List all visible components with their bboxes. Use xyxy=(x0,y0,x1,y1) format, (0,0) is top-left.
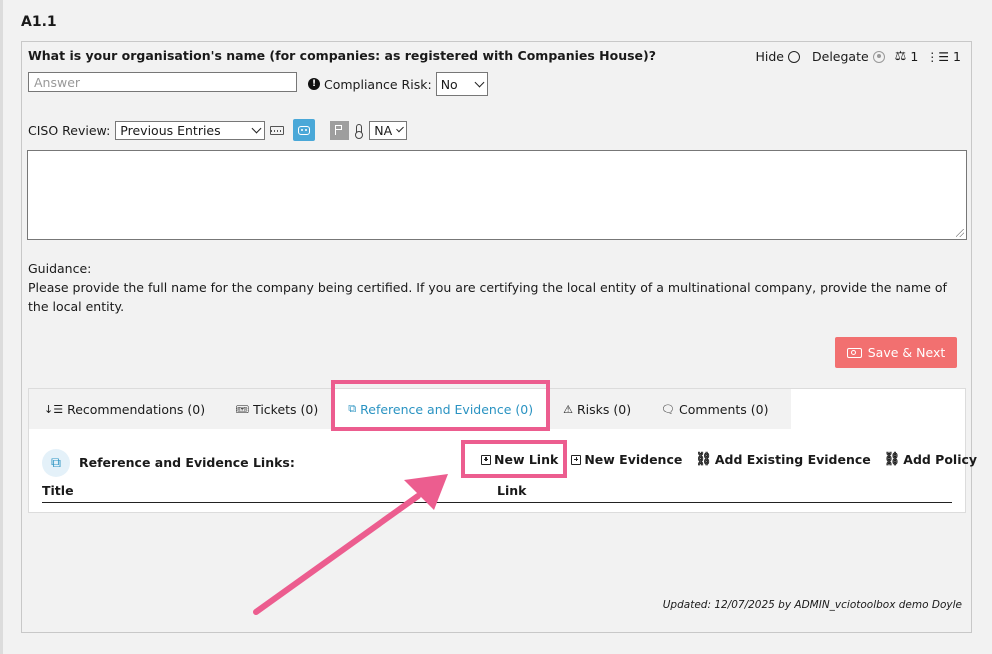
question-controls: Hide Delegate ⚖ 1 ⋮☰ 1 xyxy=(756,49,962,64)
references-table-header: Title Link xyxy=(42,483,952,503)
tab-label: Risks (0) xyxy=(576,401,632,417)
scale-count: 1 xyxy=(910,49,919,64)
compliance-risk-group: ! Compliance Risk: No xyxy=(308,72,488,96)
ai-assistant-button[interactable] xyxy=(293,119,316,141)
comments-icon: 🗨 xyxy=(661,402,676,416)
numbered-list-icon[interactable]: ⋮☰ xyxy=(926,50,949,64)
hide-label: Hide xyxy=(755,49,785,64)
ticket-icon: 🎟 xyxy=(235,402,250,416)
tab-recommendations[interactable]: ↓☰ Recommendations (0) xyxy=(29,389,220,429)
tab-label: Tickets (0) xyxy=(253,401,319,417)
na-select[interactable]: NA xyxy=(369,120,408,140)
plus-square-icon xyxy=(571,454,582,465)
flag-button[interactable] xyxy=(330,120,350,140)
tab-comments[interactable]: 🗨 Comments (0) xyxy=(646,389,783,429)
delegate-user-icon[interactable] xyxy=(872,50,885,63)
updated-text: Updated: 12/07/2025 by ADMIN_vciotoolbox… xyxy=(662,599,962,611)
chevron-down-icon xyxy=(474,77,485,87)
add-existing-evidence-button[interactable]: ⛓ Add Existing Evidence xyxy=(695,452,870,467)
scale-icon[interactable]: ⚖ xyxy=(895,49,907,64)
list-count: 1 xyxy=(953,49,961,64)
chevron-down-icon xyxy=(251,123,262,133)
section-id: A1.1 xyxy=(21,14,57,30)
save-next-label: Save & Next xyxy=(867,345,946,360)
new-evidence-label: New Evidence xyxy=(584,452,683,467)
answer-input[interactable] xyxy=(28,72,297,92)
guidance-text: Please provide the full name for the com… xyxy=(28,280,947,314)
ciso-entries-value: Previous Entries xyxy=(120,122,221,138)
question-text: What is your organisation's name (for co… xyxy=(28,48,656,63)
guidance-heading: Guidance: xyxy=(28,261,92,276)
tab-label: Comments (0) xyxy=(679,401,769,417)
left-edge-divider xyxy=(0,0,3,654)
review-textarea[interactable] xyxy=(27,150,967,240)
add-policy-label: Add Policy xyxy=(903,452,978,467)
link-icon: ⛓ xyxy=(883,452,901,467)
column-link: Link xyxy=(497,483,527,498)
tab-label: Recommendations (0) xyxy=(67,401,206,417)
ciso-entries-select[interactable]: Previous Entries xyxy=(115,120,266,140)
highlight-new-link xyxy=(461,440,567,478)
new-evidence-button[interactable]: New Evidence xyxy=(571,452,682,467)
external-link-icon: ⧉ xyxy=(42,449,70,477)
resize-grip-icon[interactable] xyxy=(956,229,964,237)
compliance-risk-value: No xyxy=(440,76,458,92)
keyboard-icon[interactable] xyxy=(270,125,285,135)
add-existing-label: Add Existing Evidence xyxy=(714,452,871,467)
add-policy-button[interactable]: ⛓ Add Policy xyxy=(884,452,977,467)
sort-icon: ↓☰ xyxy=(44,402,64,416)
hide-radio[interactable] xyxy=(788,50,800,63)
save-next-button[interactable]: Save & Next xyxy=(835,337,957,368)
flag-icon xyxy=(335,125,344,135)
chevron-down-icon xyxy=(396,124,405,132)
tab-risks[interactable]: ⚠ Risks (0) xyxy=(548,389,646,429)
guidance-block: Guidance: Please provide the full name f… xyxy=(28,259,958,316)
compliance-risk-label: Compliance Risk: xyxy=(324,76,432,92)
robot-icon xyxy=(298,125,311,135)
tab-tickets[interactable]: 🎟 Tickets (0) xyxy=(220,389,333,429)
column-title: Title xyxy=(42,483,74,498)
thermometer-icon xyxy=(355,124,364,139)
delegate-label[interactable]: Delegate xyxy=(812,49,869,64)
warning-icon: ⚠ xyxy=(563,402,573,416)
references-title: Reference and Evidence Links: xyxy=(79,455,295,470)
na-value: NA xyxy=(374,122,393,138)
warning-icon: ! xyxy=(308,78,320,90)
highlight-reference-tab xyxy=(331,380,550,431)
ciso-review-label: CISO Review: xyxy=(28,122,111,138)
question-card: What is your organisation's name (for co… xyxy=(21,41,977,633)
ciso-review-group: CISO Review: Previous Entries NA xyxy=(28,119,408,141)
save-icon xyxy=(846,347,862,358)
link-icon: ⛓ xyxy=(695,452,712,467)
compliance-risk-select[interactable]: No xyxy=(435,72,488,96)
